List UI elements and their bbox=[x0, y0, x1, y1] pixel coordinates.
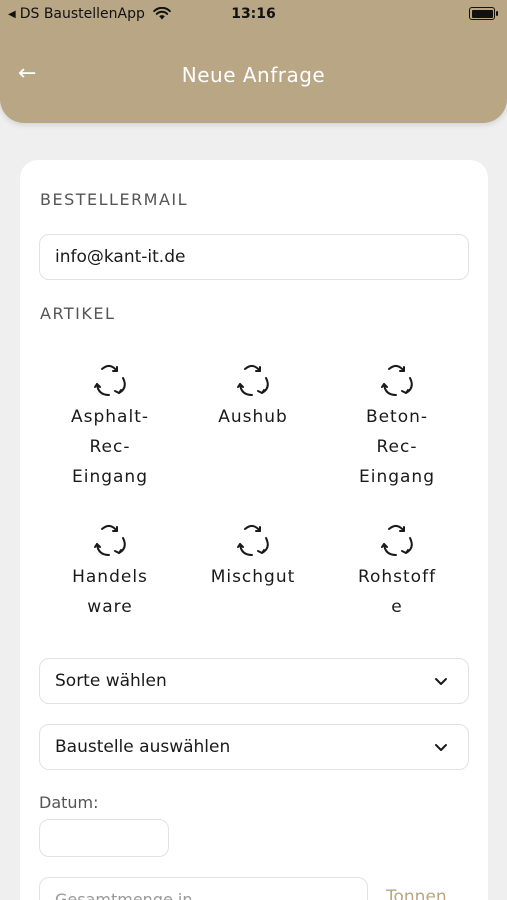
article-aushub[interactable]: Aushub bbox=[188, 360, 318, 432]
recycle-icon bbox=[381, 365, 413, 396]
status-bar: ◀ DS BaustellenApp 13:16 bbox=[0, 0, 507, 28]
baustelle-select[interactable]: Baustelle auswählen bbox=[39, 724, 469, 770]
article-mischgut[interactable]: Mischgut bbox=[188, 520, 318, 592]
chevron-down-icon bbox=[435, 744, 447, 751]
article-label: Mischgut bbox=[210, 567, 296, 587]
article-label: Rohstoff e bbox=[357, 567, 437, 617]
menge-unit-label: Tonnen bbox=[386, 887, 447, 900]
recycle-icon bbox=[94, 525, 126, 556]
baustelle-select-value: Baustelle auswählen bbox=[55, 737, 231, 757]
recycle-icon bbox=[237, 365, 269, 396]
article-label: Handels ware bbox=[72, 567, 148, 617]
article-beton-rec-eingang[interactable]: Beton- Rec- Eingang bbox=[332, 360, 462, 492]
page-title: Neue Anfrage bbox=[181, 63, 326, 87]
recycle-icon bbox=[94, 365, 126, 396]
request-form-card: BESTELLERMAIL info@kant-it.de ARTIKEL As… bbox=[20, 160, 488, 900]
datum-label: Datum: bbox=[39, 793, 99, 812]
menge-input[interactable]: Gesamtmenge in bbox=[39, 877, 368, 900]
app-header: ◀ DS BaustellenApp 13:16 ← Neue Anfrage bbox=[0, 0, 507, 123]
battery-icon bbox=[469, 7, 498, 20]
article-asphalt-rec-eingang[interactable]: Asphalt- Rec- Eingang bbox=[45, 360, 175, 492]
sorte-select[interactable]: Sorte wählen bbox=[39, 658, 469, 704]
chevron-down-icon bbox=[435, 678, 447, 685]
email-section-label: BESTELLERMAIL bbox=[40, 190, 189, 209]
article-section-label: ARTIKEL bbox=[40, 304, 116, 323]
article-label: Beton- Rec- Eingang bbox=[358, 407, 435, 487]
datum-field[interactable] bbox=[39, 819, 169, 857]
sorte-select-value: Sorte wählen bbox=[55, 671, 167, 691]
recycle-icon bbox=[237, 525, 269, 556]
article-label: Asphalt- Rec- Eingang bbox=[71, 407, 149, 487]
status-time: 13:16 bbox=[231, 6, 276, 22]
menge-placeholder: Gesamtmenge in bbox=[55, 890, 193, 900]
email-value: info@kant-it.de bbox=[55, 247, 186, 267]
recycle-icon bbox=[381, 525, 413, 556]
article-handelsware[interactable]: Handels ware bbox=[45, 520, 175, 622]
article-label: Aushub bbox=[218, 407, 288, 427]
email-field[interactable]: info@kant-it.de bbox=[39, 234, 469, 280]
article-rohstoffe[interactable]: Rohstoff e bbox=[332, 520, 462, 622]
